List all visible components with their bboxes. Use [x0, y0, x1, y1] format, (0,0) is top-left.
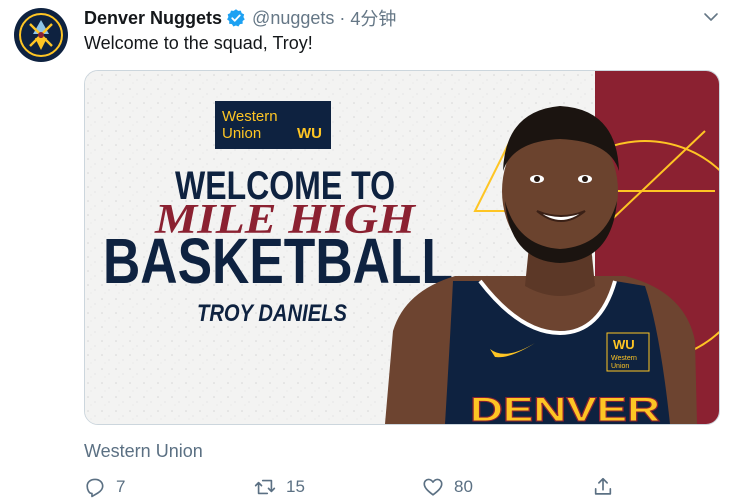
tweet-media-image[interactable]: Western Union WU WELCOME TO MILE HIGH BA…: [84, 70, 720, 425]
avatar[interactable]: [14, 8, 68, 62]
jersey-patch-line1: Western: [611, 355, 637, 362]
display-name[interactable]: Denver Nuggets: [84, 8, 222, 29]
like-icon: [423, 478, 443, 496]
like-count: 80: [454, 477, 473, 496]
share-icon: [594, 477, 612, 495]
timestamp[interactable]: 4分钟: [350, 5, 396, 31]
tweet-text: Welcome to the squad, Troy!: [84, 33, 313, 53]
reply-button[interactable]: 7: [84, 476, 125, 498]
retweet-count: 15: [286, 477, 305, 496]
jersey-patch-wu: WU: [613, 337, 635, 352]
jersey-patch-line2: Union: [611, 363, 629, 370]
like-button[interactable]: 80: [422, 476, 473, 498]
tweet-header: Denver Nuggets @nuggets · 4分钟: [84, 6, 396, 30]
headline-basketball: BASKETBALL: [103, 225, 453, 297]
promoted-by-label[interactable]: Western Union: [84, 441, 203, 462]
retweet-button[interactable]: 15: [254, 476, 305, 498]
retweet-icon: [254, 479, 276, 495]
reply-count: 7: [116, 477, 126, 496]
sponsor-badge-wu: WU: [297, 125, 322, 142]
chevron-down-icon[interactable]: [703, 9, 719, 25]
share-button[interactable]: [592, 476, 624, 498]
media-graphic: Western Union WU WELCOME TO MILE HIGH BA…: [85, 71, 719, 424]
jersey-wordmark: DENVER: [470, 391, 660, 424]
sponsor-badge-line2: Union: [222, 125, 261, 142]
denver-nuggets-logo-icon: [15, 9, 67, 61]
handle[interactable]: @nuggets: [252, 8, 334, 29]
sponsor-badge-line1: Western: [222, 108, 278, 125]
separator-dot: ·: [339, 7, 346, 28]
reply-icon: [86, 478, 104, 498]
verified-badge-icon: [227, 9, 245, 27]
player-name: TROY DANIELS: [197, 300, 347, 327]
tweet-actions: 7 15 80: [84, 476, 624, 502]
